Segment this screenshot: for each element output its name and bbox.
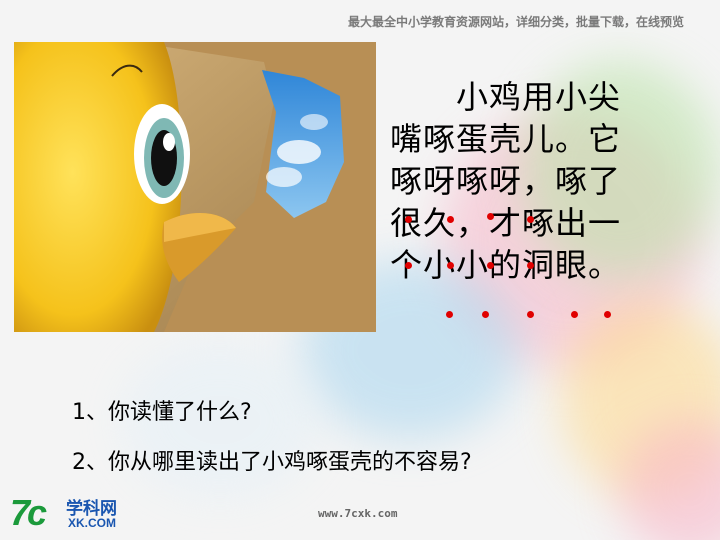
chick-illustration-svg — [14, 42, 376, 332]
footer-url: www.7cxk.com — [318, 507, 398, 520]
emphasis-dot — [405, 216, 412, 223]
emphasis-dot — [527, 311, 534, 318]
poem-line: 啄呀啄呀，啄了 — [390, 162, 622, 200]
emphasis-dot — [604, 311, 611, 318]
emphasis-dot — [527, 262, 534, 269]
logo-domain: XK.COM — [68, 516, 116, 530]
xkw-logo[interactable]: 7c 学科网 XK.COM — [8, 490, 138, 534]
emphasis-dot — [405, 262, 412, 269]
poem-line: 小鸡用小尖 — [390, 78, 622, 116]
emphasis-dot — [487, 213, 494, 220]
poem-text: 小鸡用小尖 嘴啄蛋壳儿。它 啄呀啄呀，啄了 很久，才啄出一 个小小的洞眼。 — [390, 76, 690, 286]
emphasis-dot — [446, 311, 453, 318]
emphasis-dot — [487, 262, 494, 269]
header-text: 最大最全中小学教育资源网站，详细分类，批量下载，在线预览 — [347, 15, 684, 29]
emphasis-dot — [447, 216, 454, 223]
emphasis-dot — [447, 262, 454, 269]
emphasis-dot — [571, 311, 578, 318]
poem-line: 个小小的洞眼。 — [390, 246, 622, 284]
chick-hatching-illustration — [14, 42, 376, 332]
header-banner: 最大最全中小学教育资源网站，详细分类，批量下载，在线预览 — [0, 0, 720, 36]
question-1: 1、你读懂了什么? — [72, 400, 252, 425]
question-2: 2、你从哪里读出了小鸡啄蛋壳的不容易? — [72, 450, 472, 475]
poem-line: 嘴啄蛋壳儿。它 — [390, 120, 622, 158]
poem-line: 很久，才啄出一 — [390, 204, 622, 242]
emphasis-dot — [482, 311, 489, 318]
emphasis-dot — [527, 216, 534, 223]
logo-mark: 7c — [10, 492, 47, 533]
